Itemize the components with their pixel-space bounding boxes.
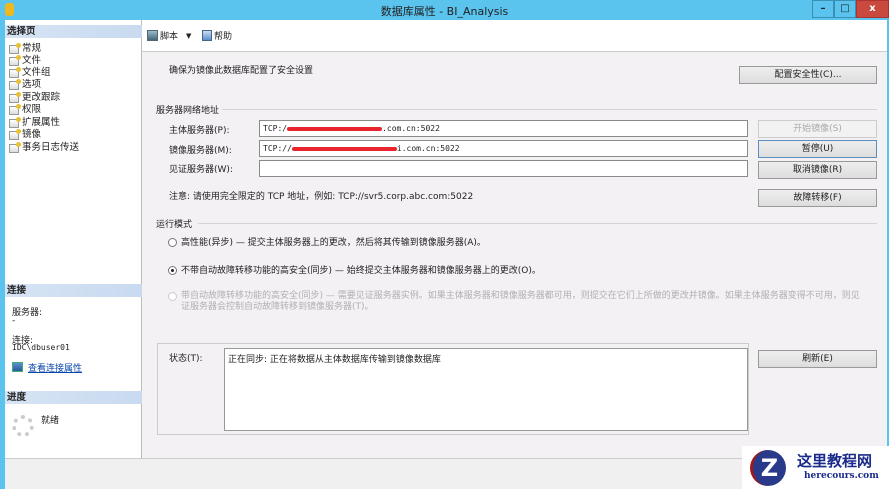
mirror-prefix: TCP://	[263, 144, 292, 153]
left-panel: 选择页 常规 文件 文件组 选项 更改跟踪 权限 扩展属性 镜像 事务日志传送 …	[5, 20, 142, 458]
script-label: 脚本	[160, 32, 179, 42]
page-icon	[9, 66, 21, 78]
sidebar-item-change-tracking[interactable]: 更改跟踪	[9, 91, 61, 104]
pause-button[interactable]: 暂停(U)	[758, 140, 877, 158]
principal-server-input[interactable]: TCP:/ .com.cn:5022	[259, 120, 748, 137]
watermark: Z 这里教程网 herecours.com	[742, 446, 889, 489]
mirror-label: 镜像服务器(M):	[169, 146, 232, 156]
sidebar-item-filegroups[interactable]: 文件组	[9, 66, 51, 79]
status-label: 状态(T):	[169, 354, 203, 364]
watermark-url: herecours.com	[804, 471, 879, 481]
sidebar-item-label: 镜像	[22, 129, 42, 140]
sidebar-item-general[interactable]: 常规	[9, 42, 42, 55]
principal-suffix: .com.cn:5022	[382, 124, 440, 133]
radio-label: 高性能(异步) — 提交主体服务器上的更改，然后将其传输到镜像服务器(A)。	[181, 238, 486, 248]
radio-label: 带自动故障转移功能的高安全(同步) — 需要见证服务器实例。如果主体服务器和镜像…	[181, 291, 860, 312]
sidebar-item-label: 扩展属性	[22, 117, 61, 128]
connection-value: IDC\dbuser01	[12, 343, 70, 352]
chevron-down-icon[interactable]: ▼	[186, 32, 191, 40]
progress-status: 就绪	[41, 416, 60, 426]
remove-mirroring-button[interactable]: 取消镜像(R)	[758, 161, 877, 179]
page-icon	[9, 78, 21, 90]
note-text: 注意: 请使用完全限定的 TCP 地址，例如: TCP://svr5.corp.…	[169, 192, 474, 202]
sidebar-item-label: 权限	[22, 104, 42, 115]
sidebar-item-files[interactable]: 文件	[9, 54, 42, 67]
toolbar: 脚本 ▼ 帮助	[142, 20, 887, 52]
title-bar: 数据库属性 - BI_Analysis – □ x	[0, 0, 889, 20]
failover-button[interactable]: 故障转移(F)	[758, 189, 877, 207]
radio-high-safety[interactable]: 不带自动故障转移功能的高安全(同步) — 始终提交主体服务器和镜像服务器上的更改…	[168, 263, 541, 276]
start-mirroring-button[interactable]: 开始镜像(S)	[758, 120, 877, 138]
witness-label: 见证服务器(W):	[169, 165, 233, 175]
mirror-suffix: i.com.cn:5022	[396, 144, 460, 153]
connection-header: 连接	[5, 284, 142, 297]
help-button[interactable]: 帮助	[202, 29, 232, 42]
redaction-mark	[291, 146, 397, 151]
page-icon	[9, 42, 21, 54]
radio-button[interactable]	[168, 292, 177, 301]
mirror-server-input[interactable]: TCP:// i.com.cn:5022	[259, 140, 748, 157]
sidebar-item-label: 常规	[22, 43, 42, 54]
radio-button[interactable]	[168, 266, 177, 275]
network-group-label: 服务器网络地址	[156, 106, 220, 116]
group-divider	[222, 109, 877, 110]
page-icon	[9, 141, 21, 153]
sidebar-item-label: 事务日志传送	[22, 142, 80, 153]
sidebar-item-extended-properties[interactable]: 扩展属性	[9, 116, 61, 129]
sidebar-item-mirroring[interactable]: 镜像	[9, 128, 42, 141]
select-page-header: 选择页	[5, 25, 142, 38]
main-panel: 脚本 ▼ 帮助 确保为镜像此数据库配置了安全设置 配置安全性(C)... 服务器…	[142, 20, 887, 458]
close-button[interactable]: x	[856, 0, 889, 18]
page-icon	[9, 128, 21, 140]
sidebar-item-log-shipping[interactable]: 事务日志传送	[9, 141, 80, 154]
radio-high-performance[interactable]: 高性能(异步) — 提交主体服务器上的更改，然后将其传输到镜像服务器(A)。	[168, 235, 486, 248]
script-button[interactable]: 脚本 ▼	[147, 29, 191, 42]
watermark-logo-icon: Z	[750, 450, 786, 486]
redaction-mark	[287, 126, 383, 131]
server-label: 服务器:	[12, 308, 43, 318]
help-icon	[202, 30, 212, 41]
connection-properties-icon	[12, 362, 23, 372]
script-icon	[147, 30, 158, 41]
principal-prefix: TCP:/	[263, 124, 288, 133]
status-textarea[interactable]: 正在同步: 正在将数据从主体数据库传输到镜像数据库	[224, 348, 748, 431]
group-divider	[198, 223, 877, 224]
sidebar-item-permissions[interactable]: 权限	[9, 103, 42, 116]
radio-button[interactable]	[168, 238, 177, 247]
window-title: 数据库属性 - BI_Analysis	[380, 5, 509, 18]
principal-label: 主体服务器(P):	[169, 126, 230, 136]
refresh-button[interactable]: 刷新(E)	[758, 350, 877, 368]
watermark-title: 这里教程网	[797, 452, 873, 470]
operating-mode-label: 运行模式	[156, 220, 193, 230]
radio-label: 不带自动故障转移功能的高安全(同步) — 始终提交主体服务器和镜像服务器上的更改…	[181, 266, 541, 276]
sidebar-item-label: 更改跟踪	[22, 92, 61, 103]
witness-server-input[interactable]	[259, 160, 748, 177]
page-icon	[9, 116, 21, 128]
radio-auto-failover[interactable]: 带自动故障转移功能的高安全(同步) — 需要见证服务器实例。如果主体服务器和镜像…	[168, 291, 868, 313]
page-icon	[9, 91, 21, 103]
maximize-button[interactable]: □	[834, 0, 856, 18]
security-info-text: 确保为镜像此数据库配置了安全设置	[169, 66, 314, 76]
page-icon	[9, 103, 21, 115]
sidebar-item-options[interactable]: 选项	[9, 78, 42, 91]
view-connection-properties-link[interactable]: 查看连接属性	[28, 361, 82, 374]
help-label: 帮助	[214, 32, 233, 42]
configure-security-button[interactable]: 配置安全性(C)...	[739, 66, 877, 84]
progress-spinner-icon	[12, 415, 34, 437]
progress-header: 进度	[5, 391, 142, 404]
minimize-button[interactable]: –	[812, 0, 834, 18]
sidebar-item-label: 文件	[22, 55, 42, 66]
server-value: -	[12, 316, 16, 326]
page-icon	[9, 54, 21, 66]
sidebar-item-label: 选项	[22, 79, 42, 90]
sidebar-item-label: 文件组	[22, 67, 51, 78]
